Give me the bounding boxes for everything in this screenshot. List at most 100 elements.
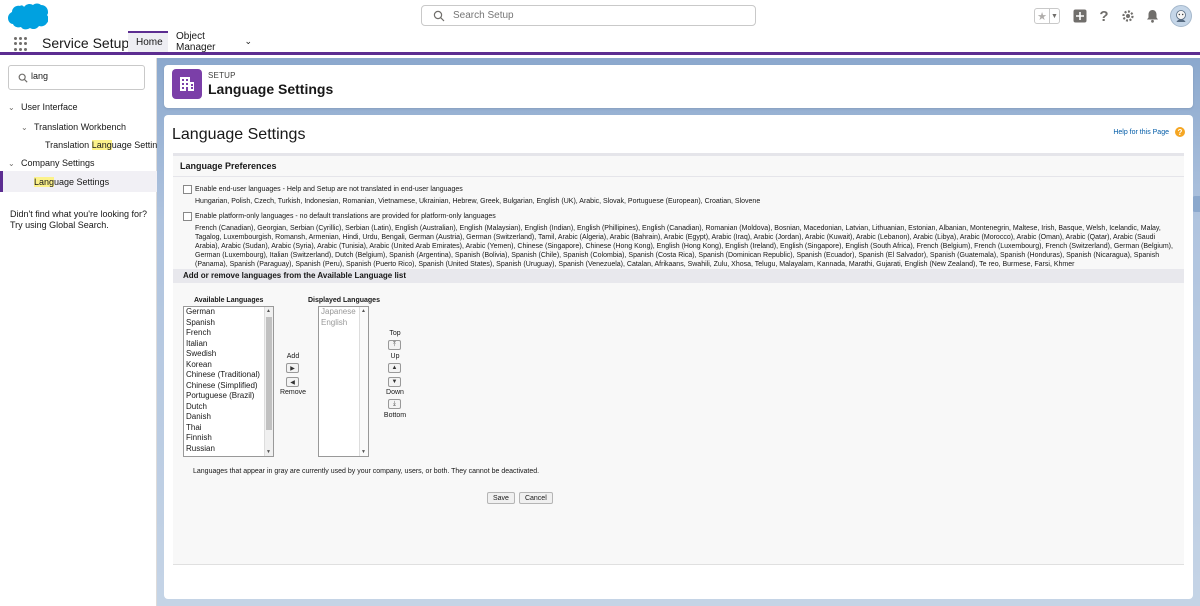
- available-language-option[interactable]: German: [184, 307, 273, 318]
- end-user-languages-row: Enable end-user languages - Help and Set…: [183, 185, 463, 194]
- top-label: Top: [389, 330, 401, 337]
- app-name: Service Setup: [42, 35, 130, 51]
- page-title: Language Settings: [208, 81, 334, 97]
- salesforce-logo[interactable]: [8, 3, 48, 30]
- avatar[interactable]: [1170, 5, 1192, 27]
- bottom-label: Bottom: [383, 412, 407, 419]
- chevron-down-icon[interactable]: ⌄: [8, 159, 18, 168]
- favorites-dropdown-icon[interactable]: ▼: [1049, 9, 1059, 23]
- available-language-option[interactable]: Swedish: [184, 349, 273, 360]
- tab-object-manager[interactable]: Object Manager ⌄: [168, 30, 260, 53]
- header-actions: ★ ▼ ?: [1034, 4, 1192, 28]
- scroll-down-icon[interactable]: ▼: [361, 449, 366, 455]
- available-language-option[interactable]: Spanish: [184, 318, 273, 329]
- tree-item-user-interface[interactable]: ⌄ User Interface: [8, 102, 78, 112]
- add-label: Add: [286, 353, 300, 360]
- remove-label: Remove: [279, 389, 307, 396]
- quick-find-input[interactable]: [31, 71, 136, 81]
- available-language-option[interactable]: Portuguese (Brazil): [184, 391, 273, 402]
- available-language-option[interactable]: Thai: [184, 423, 273, 434]
- tree-item-company-settings[interactable]: ⌄ Company Settings: [8, 158, 95, 168]
- global-header: ★ ▼ ?: [0, 0, 1200, 31]
- displayed-languages-listbox[interactable]: Japanese English ▲ ▼: [318, 306, 369, 457]
- scrollbar[interactable]: ▲ ▼: [359, 307, 368, 456]
- available-language-option[interactable]: Dutch: [184, 402, 273, 413]
- tree-item-translation-language-settings[interactable]: Translation Lang uage Settings: [45, 140, 167, 150]
- chevron-down-icon[interactable]: ⌄: [244, 36, 252, 47]
- search-setup-input[interactable]: [453, 8, 743, 23]
- content-title: Language Settings: [172, 126, 306, 143]
- favorite-star-icon[interactable]: ★: [1035, 9, 1049, 23]
- language-preferences-panel: Language Preferences Enable end-user lan…: [173, 153, 1184, 565]
- end-user-languages-label: Enable end-user languages - Help and Set…: [195, 186, 463, 193]
- tab-object-manager-label: Object Manager: [176, 30, 216, 53]
- tab-home[interactable]: Home: [128, 31, 168, 52]
- available-languages-label: Available Languages: [194, 297, 264, 304]
- help-for-this-page-link[interactable]: Help for this Page ?: [1113, 127, 1185, 137]
- save-button[interactable]: Save: [487, 492, 515, 504]
- gray-languages-note: Languages that appear in gray are curren…: [193, 468, 540, 475]
- remove-button[interactable]: ◀: [286, 377, 299, 387]
- quick-find-box[interactable]: [8, 65, 145, 90]
- platform-only-languages-list: French (Canadian), Georgian, Serbian (Cy…: [195, 225, 1173, 268]
- setup-sidebar: ⌄ User Interface ⌄ Translation Workbench…: [0, 58, 167, 606]
- language-preferences-heading: Language Preferences: [173, 156, 1184, 177]
- search-icon: [433, 10, 445, 22]
- available-languages-listbox[interactable]: German Spanish French Italian Swedish Korean C…: [183, 306, 274, 457]
- app-launcher-icon[interactable]: [14, 37, 28, 51]
- available-language-option[interactable]: Italian: [184, 339, 273, 350]
- chevron-down-icon[interactable]: ⌄: [8, 103, 18, 112]
- sidebar-help-text: Didn't find what you're looking for? Try…: [10, 209, 148, 230]
- tree-item-label: User Interface: [21, 102, 78, 112]
- form-buttons: Save Cancel: [487, 492, 553, 504]
- help-question-icon[interactable]: ?: [1175, 127, 1185, 137]
- available-language-option[interactable]: Chinese (Simplified): [184, 381, 273, 392]
- global-search[interactable]: [421, 5, 756, 26]
- search-icon: [18, 73, 28, 83]
- scroll-up-icon[interactable]: ▲: [361, 308, 366, 314]
- tree-item-label: Translation Workbench: [34, 122, 127, 132]
- down-label: Down: [386, 389, 404, 396]
- end-user-languages-checkbox[interactable]: [183, 185, 192, 194]
- search-match-highlight: Lang: [34, 176, 55, 187]
- chevron-down-icon[interactable]: ⌄: [21, 123, 31, 132]
- cancel-button[interactable]: Cancel: [518, 492, 553, 504]
- available-language-option[interactable]: French: [184, 328, 273, 339]
- tree-item-label-prefix: Translation: [45, 140, 92, 150]
- displayed-languages-label: Displayed Languages: [308, 297, 380, 304]
- tree-item-translation-workbench[interactable]: ⌄ Translation Workbench: [21, 122, 126, 132]
- global-actions-plus-icon[interactable]: [1072, 8, 1088, 24]
- move-top-button[interactable]: ⤒: [388, 340, 401, 350]
- help-icon[interactable]: ?: [1096, 8, 1112, 25]
- notifications-bell-icon[interactable]: [1144, 8, 1160, 24]
- available-language-option[interactable]: Finnish: [184, 433, 273, 444]
- scroll-thumb[interactable]: [266, 317, 272, 430]
- platform-only-languages-checkbox[interactable]: [183, 212, 192, 221]
- scrollbar[interactable]: ▲ ▼: [264, 307, 273, 456]
- available-language-option[interactable]: Russian: [184, 444, 273, 455]
- move-bottom-button[interactable]: ⤓: [388, 399, 401, 409]
- scroll-down-icon[interactable]: ▼: [266, 449, 271, 455]
- available-language-option[interactable]: Danish: [184, 412, 273, 423]
- context-navigation-bar: Service Setup Home Object Manager ⌄: [0, 31, 1200, 55]
- help-link-label: Help for this Page: [1113, 128, 1169, 136]
- page-header: SETUP Language Settings: [164, 65, 1193, 108]
- move-down-button[interactable]: ▼: [388, 377, 401, 387]
- available-language-option[interactable]: Chinese (Traditional): [184, 370, 273, 381]
- add-remove-heading: Add or remove languages from the Availab…: [173, 269, 1184, 283]
- building-icon: [172, 69, 202, 99]
- tree-item-label-suffix: uage Settings: [54, 176, 110, 187]
- scroll-up-icon[interactable]: ▲: [266, 308, 271, 314]
- move-up-button[interactable]: ▲: [388, 363, 401, 373]
- available-language-option[interactable]: Korean: [184, 360, 273, 371]
- search-match-highlight: Lang: [91, 140, 112, 150]
- add-button[interactable]: ▶: [286, 363, 299, 373]
- setup-gear-icon[interactable]: [1120, 8, 1136, 24]
- end-user-languages-list: Hungarian, Polish, Czech, Turkish, Indon…: [195, 198, 761, 205]
- up-label: Up: [390, 353, 400, 360]
- main-area: SETUP Language Settings Language Setting…: [157, 58, 1200, 606]
- platform-only-languages-label: Enable platform-only languages - no defa…: [195, 213, 496, 220]
- favorites-group: ★ ▼: [1034, 8, 1060, 24]
- side-collapse-handle[interactable]: [1192, 196, 1200, 212]
- tree-item-language-settings[interactable]: Lang uage Settings: [0, 171, 157, 192]
